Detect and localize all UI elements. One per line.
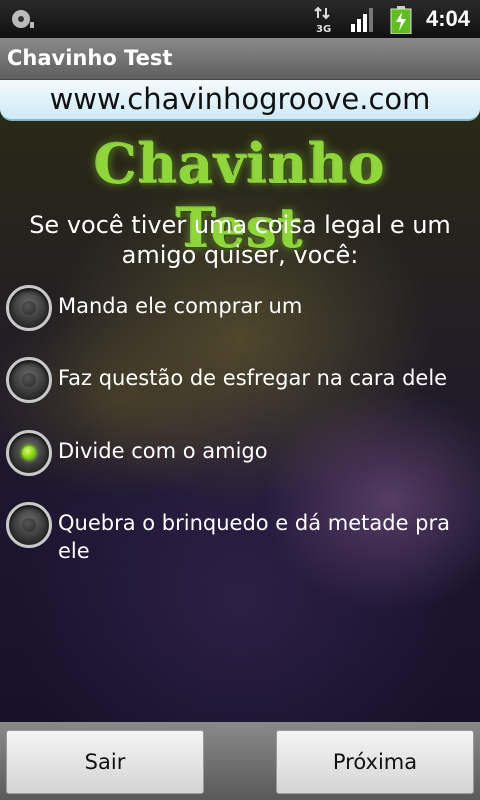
- url-banner[interactable]: www.chavinhogroove.com: [0, 80, 480, 121]
- app-title-bar: Chavinho Test: [0, 38, 480, 80]
- button-bar: Sair Próxima: [0, 722, 480, 800]
- battery-charging-icon: [390, 6, 412, 34]
- signal-icon: [351, 8, 373, 32]
- network-3g-icon: 3G: [314, 6, 331, 34]
- quiz-content: www.chavinhogroove.com Chavinho Test Se …: [0, 80, 480, 800]
- answer-option-1[interactable]: Manda ele comprar um: [6, 285, 476, 331]
- radio-button[interactable]: [6, 502, 52, 548]
- answer-option-label: Manda ele comprar um: [58, 294, 303, 318]
- app-logo: Chavinho Test: [30, 132, 450, 260]
- status-clock: 4:04: [425, 6, 470, 31]
- radio-button-checked[interactable]: [6, 430, 52, 476]
- answer-option-2[interactable]: Faz questão de esfregar na cara dele: [6, 357, 476, 403]
- answer-option-label: Quebra o brinquedo e dá metade pra ele: [58, 511, 451, 563]
- url-banner-text: www.chavinhogroove.com: [49, 82, 431, 116]
- next-button[interactable]: Próxima: [276, 730, 474, 794]
- answer-option-label: Faz questão de esfregar na cara dele: [58, 366, 448, 390]
- status-bar: 3G 4:04: [0, 0, 480, 38]
- exit-button[interactable]: Sair: [6, 730, 204, 794]
- sd-card-icon: [12, 10, 34, 28]
- radio-button[interactable]: [6, 357, 52, 403]
- answer-option-3[interactable]: Divide com o amigo: [6, 430, 476, 476]
- app-title: Chavinho Test: [7, 46, 173, 70]
- question-text: Se você tiver uma coisa legal e um amigo…: [29, 211, 451, 269]
- svg-text:3G: 3G: [316, 24, 331, 34]
- answer-option-4[interactable]: Quebra o brinquedo e dá metade pra ele: [6, 502, 476, 565]
- answer-option-label: Divide com o amigo: [58, 439, 268, 463]
- radio-button[interactable]: [6, 285, 52, 331]
